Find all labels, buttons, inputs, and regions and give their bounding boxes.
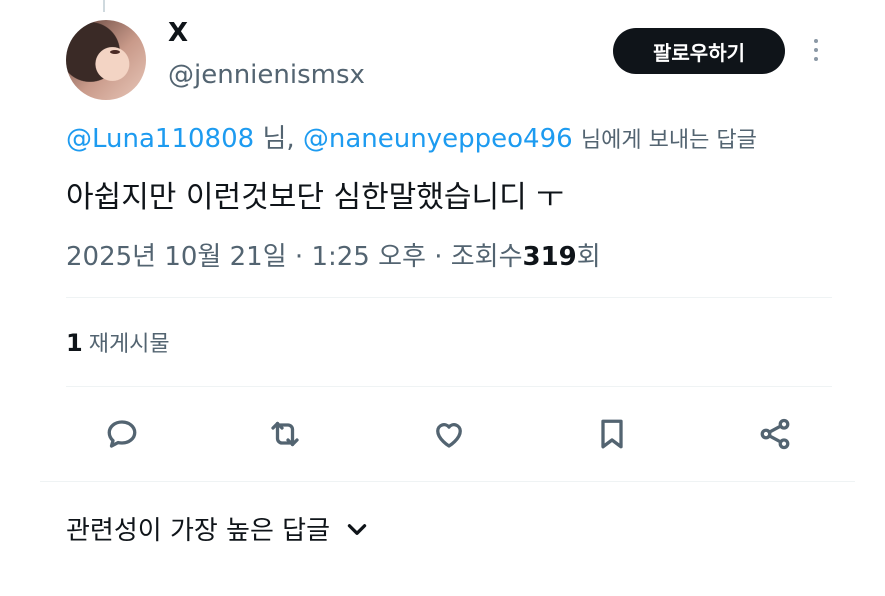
views-label: 조회수 [450,242,523,272]
tweet-text: 아쉽지만 이런것보단 심한말했습니디 ㅜ [66,180,564,215]
tweet-date[interactable]: 2025년 10월 21일 [66,242,287,272]
bookmark-icon[interactable] [592,414,632,454]
mention-link[interactable]: @naneunyeppeo496 [303,124,573,154]
mention-link[interactable]: @Luna110808 [66,124,254,154]
reply-separator: 님, [262,124,295,154]
meta-separator: · [434,242,443,272]
chevron-down-icon [347,523,367,535]
reply-context: @Luna110808 님, @naneunyeppeo496 님에게 보내는 … [66,118,757,155]
author-display-name[interactable]: X [168,18,188,48]
divider [40,481,855,482]
repost-count-link[interactable]: 1 재게시물 [66,326,170,358]
retweet-icon[interactable] [265,414,305,454]
author-handle[interactable]: @jennienismsx [168,60,365,90]
reply-suffix: 님에게 보내는 답글 [580,128,757,153]
tweet-time[interactable]: 1:25 오후 [311,242,426,272]
repost-count: 1 [66,329,83,357]
tweet-meta: 2025년 10월 21일 · 1:25 오후 · 조회수319회 [66,236,601,273]
divider [66,297,832,298]
repost-label: 재게시물 [88,332,170,357]
reply-sort-dropdown[interactable]: 관련성이 가장 높은 답글 [66,510,370,547]
more-options-icon[interactable] [806,36,826,68]
avatar[interactable] [66,20,146,100]
divider [66,386,832,387]
views-count: 319 [522,242,577,272]
like-icon[interactable] [429,414,469,454]
share-icon[interactable] [755,414,795,454]
views-suffix: 회 [576,242,601,272]
reply-icon[interactable] [102,414,142,454]
meta-separator: · [294,242,304,272]
follow-button[interactable]: 팔로우하기 [613,28,785,74]
thread-connector-line [103,0,105,12]
reply-sort-label: 관련성이 가장 높은 답글 [66,516,330,546]
